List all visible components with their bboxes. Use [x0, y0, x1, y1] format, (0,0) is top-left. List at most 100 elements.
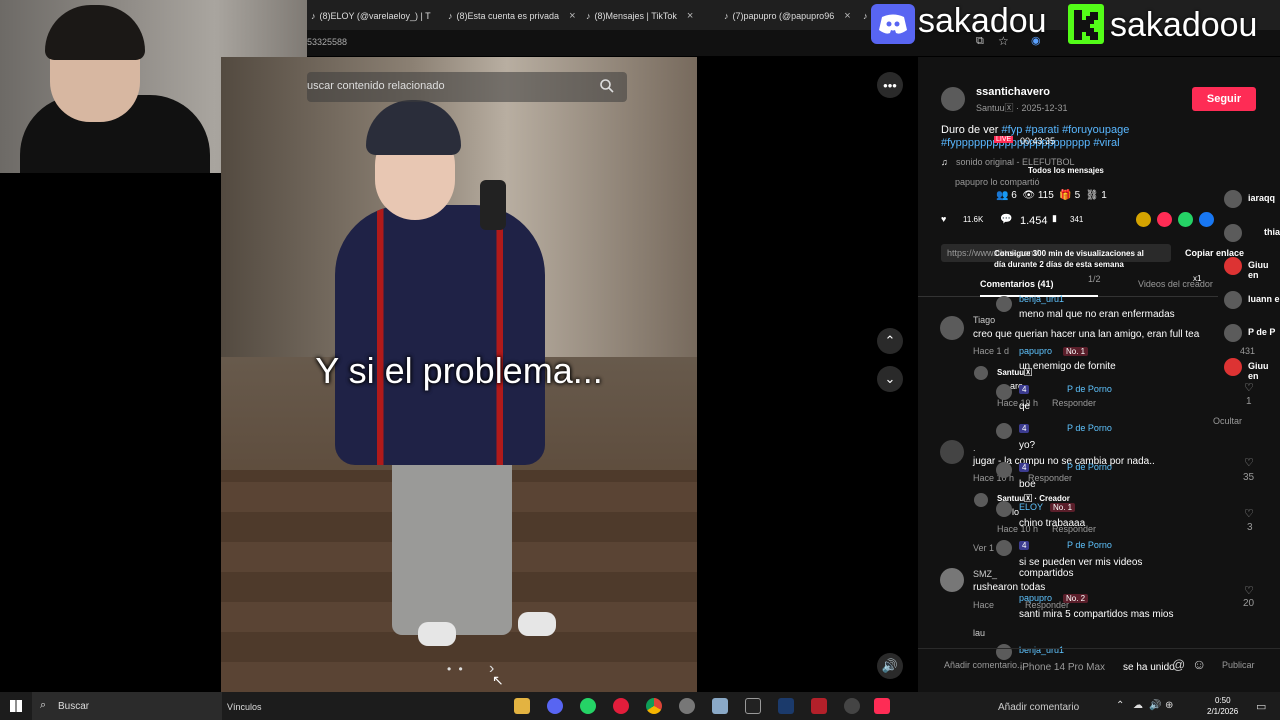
save-icon[interactable]: ▮	[1052, 213, 1057, 224]
send-icon[interactable]	[1157, 212, 1172, 227]
views-count: 115	[1037, 190, 1054, 201]
side-chat-avatar	[1224, 190, 1242, 208]
hide-replies[interactable]: Ocultar	[1213, 416, 1242, 426]
whatsapp-icon[interactable]	[1178, 212, 1193, 227]
browser-tab[interactable]: ♪ (8)Esta cuenta es privada ×	[448, 6, 578, 26]
publish-button[interactable]: Publicar	[1222, 660, 1255, 670]
level-badge: 4	[1019, 424, 1030, 433]
search-icon[interactable]	[599, 78, 615, 94]
live-badge: LIVE	[994, 136, 1014, 143]
chat-user[interactable]: benja_uru1	[1019, 645, 1064, 655]
speaker-icon[interactable]: 🔊	[1149, 700, 1161, 711]
epic-games-icon[interactable]	[745, 698, 761, 714]
chrome-icon[interactable]	[646, 698, 662, 714]
share-icons	[1136, 212, 1214, 227]
like-heart-icon[interactable]: ♡	[1244, 456, 1254, 469]
media-player-icon[interactable]	[613, 698, 629, 714]
side-chat-user[interactable]: Giuu en	[1248, 260, 1280, 280]
side-chat-user[interactable]: Giuu en	[1248, 361, 1280, 381]
close-tab-icon[interactable]: ×	[687, 10, 693, 22]
chat-user[interactable]: papupro	[1019, 593, 1052, 603]
taskbar-search-label: Buscar	[58, 701, 90, 712]
clock-date[interactable]: 2/1/2026	[1207, 707, 1238, 716]
chat-text: meno mal que no eran enfermadas	[1019, 309, 1175, 320]
taskbar-links-label[interactable]: Vínculos	[227, 702, 262, 712]
hashtags-line-1[interactable]: #fyp #parati #foruyoupage	[1002, 124, 1130, 136]
tiktok-live-icon[interactable]	[874, 698, 890, 714]
obs-icon[interactable]	[844, 698, 860, 714]
comment-avatar[interactable]	[940, 440, 964, 464]
all-messages-label[interactable]: Todos los mensajes	[1028, 166, 1104, 175]
chat-user[interactable]: benja_uru1	[1019, 294, 1064, 304]
clock-time[interactable]: 0:50	[1215, 696, 1231, 705]
like-heart-icon[interactable]: ♡	[1244, 584, 1254, 597]
author-name[interactable]: ssantichavero	[976, 86, 1050, 98]
emoji-icon[interactable]: ☺	[1192, 656, 1206, 672]
chat-user[interactable]: ELOY	[1019, 502, 1043, 512]
level-badge: 4	[1019, 463, 1030, 472]
tiktok-icon: ♪	[863, 11, 868, 21]
browser-tab[interactable]: ♪ (8)Mensajes | TikTok ×	[586, 6, 716, 26]
side-chat-user[interactable]: luann e	[1248, 294, 1280, 304]
like-heart-icon[interactable]: ♡	[1244, 381, 1254, 394]
chat-user[interactable]: P de Porno	[1067, 423, 1112, 433]
browser-tab[interactable]: ♪ (8)ELOY (@varelaeloy_) | T ×	[311, 6, 441, 26]
more-options-icon[interactable]: •••	[877, 72, 903, 98]
view-more-replies[interactable]: Ver 1	[973, 543, 994, 553]
chat-user[interactable]: P de Porno	[1067, 540, 1112, 550]
notification-icon[interactable]: ▭	[1256, 700, 1266, 713]
chat-avatar	[996, 540, 1012, 556]
app-icon[interactable]	[712, 698, 728, 714]
tab-comments[interactable]: Comentarios (41)	[980, 279, 1054, 289]
whatsapp-taskbar-icon[interactable]	[580, 698, 596, 714]
chat-text: chino trabaaaa	[1019, 518, 1086, 529]
facebook-icon[interactable]	[1199, 212, 1214, 227]
comment-user[interactable]: .	[973, 443, 976, 453]
add-comment-input[interactable]: Añadir comentario...	[944, 660, 1025, 670]
comment-avatar[interactable]	[974, 493, 988, 507]
side-chat-user[interactable]: P de P	[1248, 327, 1275, 337]
author-subtitle: Santuu🅇 · 2025-12-31	[976, 103, 1068, 113]
comment-user[interactable]: SMZ_	[973, 569, 997, 579]
comment-user[interactable]: Tiago	[973, 315, 995, 325]
onedrive-icon[interactable]: ☁	[1133, 700, 1143, 711]
side-chat-user[interactable]: iaraqq	[1248, 193, 1275, 203]
mention-icon[interactable]: @	[1172, 657, 1185, 672]
comment-avatar[interactable]	[974, 366, 988, 380]
like-heart-icon[interactable]: ♡	[1244, 507, 1254, 520]
comments-icon[interactable]: 💬	[1000, 214, 1012, 225]
tab-creator-videos[interactable]: Videos del creador	[1138, 279, 1213, 289]
close-tab-icon[interactable]: ×	[844, 10, 850, 22]
address-text[interactable]: 53325588	[307, 37, 347, 47]
previous-video-icon[interactable]: ⌃	[877, 328, 903, 354]
slider-dots[interactable]: • •	[447, 662, 465, 676]
chat-user[interactable]: papupro	[1019, 346, 1052, 356]
chat-avatar	[996, 384, 1012, 400]
windows-start-icon[interactable]	[10, 700, 22, 712]
follow-button[interactable]: Seguir	[1192, 87, 1256, 111]
side-chat-user[interactable]: thia	[1264, 227, 1280, 237]
steam-icon[interactable]	[778, 698, 794, 714]
kick-username: sakadoou	[1110, 6, 1258, 44]
next-video-icon[interactable]: ⌄	[877, 366, 903, 392]
chat-user[interactable]: P de Porno	[1067, 384, 1112, 394]
discord-taskbar-icon[interactable]	[547, 698, 563, 714]
settings-icon[interactable]	[679, 698, 695, 714]
comment-avatar[interactable]	[940, 316, 964, 340]
close-tab-icon[interactable]: ×	[569, 10, 575, 22]
comment-avatar[interactable]	[940, 568, 964, 592]
app-icon[interactable]	[811, 698, 827, 714]
network-icon[interactable]: ⊕	[1165, 700, 1173, 711]
comment-user[interactable]: lau	[973, 628, 985, 638]
tray-chevron-icon[interactable]: ⌃	[1116, 700, 1124, 711]
author-avatar[interactable]	[941, 87, 965, 111]
like-icon[interactable]: ♥	[941, 214, 946, 224]
browser-tab[interactable]: ♪ (7)papupro (@papupro96 ×	[724, 6, 854, 26]
video-subject-shoe	[418, 622, 456, 646]
live-comment-input[interactable]: Añadir comentario	[998, 702, 1079, 713]
file-explorer-icon[interactable]	[514, 698, 530, 714]
chat-user[interactable]: P de Porno	[1067, 462, 1112, 472]
reply-button[interactable]: Responder	[1052, 398, 1096, 408]
coin-icon[interactable]	[1136, 212, 1151, 227]
volume-icon[interactable]: 🔊	[877, 653, 903, 679]
